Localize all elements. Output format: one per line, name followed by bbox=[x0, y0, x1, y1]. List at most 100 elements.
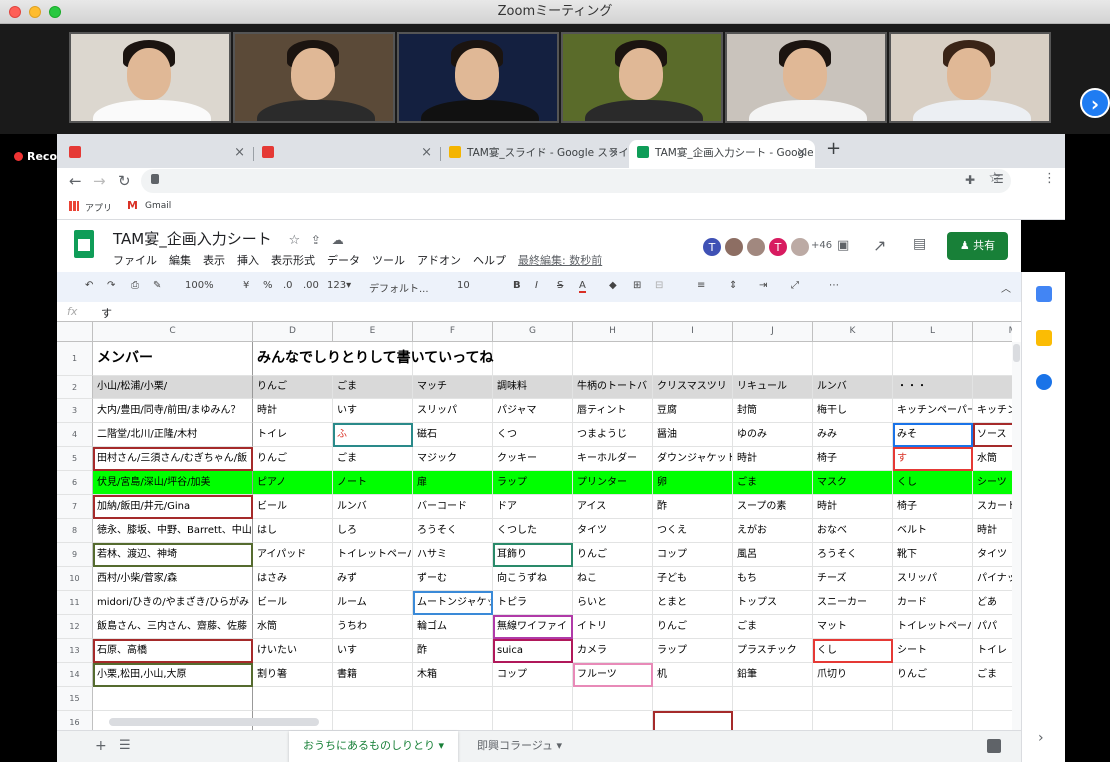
cell[interactable]: りんご bbox=[893, 663, 973, 687]
cell[interactable]: リキュール bbox=[733, 376, 813, 399]
row-header[interactable]: 5 bbox=[57, 447, 93, 471]
cell[interactable]: つくえ bbox=[653, 519, 733, 543]
column-header[interactable]: K bbox=[813, 322, 893, 342]
cell[interactable]: トイレットペーパー bbox=[893, 615, 973, 639]
menu-format[interactable]: 表示形式 bbox=[271, 254, 315, 267]
cell[interactable]: バーコード bbox=[413, 495, 493, 519]
cell[interactable]: パジャマ bbox=[493, 399, 573, 423]
column-header[interactable]: H bbox=[573, 322, 653, 342]
cell[interactable]: 豆腐 bbox=[653, 399, 733, 423]
cell[interactable]: つまようじ bbox=[573, 423, 653, 447]
cell[interactable]: みみ bbox=[813, 423, 893, 447]
cell[interactable]: ごま bbox=[733, 615, 813, 639]
number-format-icon[interactable]: 123▾ bbox=[327, 280, 351, 291]
collaborator-avatar[interactable]: T bbox=[767, 236, 789, 258]
cell[interactable] bbox=[653, 711, 733, 730]
strikethrough-icon[interactable]: S bbox=[557, 280, 563, 291]
cell[interactable]: トイレ bbox=[253, 423, 333, 447]
cell[interactable]: マット bbox=[813, 615, 893, 639]
cell[interactable]: ハサミ bbox=[413, 543, 493, 567]
extensions-icon[interactable]: ✚ bbox=[965, 173, 975, 187]
collapse-toolbar-icon[interactable]: ︿ bbox=[1001, 280, 1011, 295]
cell[interactable]: 二階堂/北川/正隆/木村 bbox=[93, 423, 253, 447]
cell[interactable]: うちわ bbox=[333, 615, 413, 639]
last-edit-link[interactable]: 最終編集: 数秒前 bbox=[518, 254, 602, 267]
cell[interactable]: ノート bbox=[333, 471, 413, 495]
row-header[interactable]: 11 bbox=[57, 591, 93, 615]
cell[interactable]: くつした bbox=[493, 519, 573, 543]
decrease-decimal-icon[interactable]: .0 bbox=[283, 280, 293, 291]
close-tab-icon[interactable]: × bbox=[796, 140, 807, 166]
cell[interactable]: ルンバ bbox=[333, 495, 413, 519]
collaborator-avatar[interactable] bbox=[723, 236, 745, 258]
cell[interactable]: ゆのみ bbox=[733, 423, 813, 447]
column-header[interactable]: D bbox=[253, 322, 333, 342]
print-icon[interactable]: ⎙ bbox=[131, 280, 139, 291]
more-users-count[interactable]: +46 bbox=[811, 240, 832, 251]
cell[interactable]: マジック bbox=[413, 447, 493, 471]
cell[interactable]: 輪ゴム bbox=[413, 615, 493, 639]
add-sheet-icon[interactable]: + bbox=[95, 738, 107, 754]
next-participants-button[interactable]: › bbox=[1080, 88, 1110, 118]
cell[interactable]: ルンバ bbox=[813, 376, 893, 399]
cell[interactable] bbox=[733, 687, 813, 711]
cell[interactable]: パパ bbox=[973, 615, 1012, 639]
star-icon[interactable]: ☆ bbox=[288, 233, 300, 248]
cell[interactable]: トピラ bbox=[493, 591, 573, 615]
cell[interactable]: りんご bbox=[573, 543, 653, 567]
cell[interactable]: くし bbox=[813, 639, 893, 663]
cell[interactable] bbox=[893, 342, 973, 376]
cell[interactable]: 田村さん/三須さん/むぎちゃん/飯 bbox=[93, 447, 253, 471]
cell[interactable]: 大内/豊田/同寺/前田/まゆみん？ bbox=[93, 399, 253, 423]
all-sheets-icon[interactable]: ☰ bbox=[119, 738, 131, 753]
keep-icon[interactable] bbox=[1036, 330, 1052, 346]
move-icon[interactable]: ⇪ bbox=[311, 233, 321, 247]
cell[interactable]: スリッパ bbox=[413, 399, 493, 423]
cell[interactable] bbox=[733, 711, 813, 730]
share-button[interactable]: ♟ 共有 bbox=[947, 232, 1008, 260]
cell[interactable]: イトリ bbox=[573, 615, 653, 639]
cell[interactable]: 西村/小柴/菅家/森 bbox=[93, 567, 253, 591]
participant-video-6[interactable] bbox=[889, 32, 1051, 123]
cell[interactable]: ごま bbox=[733, 471, 813, 495]
comments-icon[interactable]: ▤ bbox=[913, 236, 926, 252]
cell[interactable]: カード bbox=[893, 591, 973, 615]
cell[interactable]: ドア bbox=[493, 495, 573, 519]
present-icon[interactable]: ▣ bbox=[837, 238, 849, 253]
formula-bar[interactable]: fx す bbox=[57, 302, 1021, 322]
redo-icon[interactable]: ↷ bbox=[107, 280, 115, 291]
row-header[interactable]: 16 bbox=[57, 711, 93, 730]
borders-icon[interactable]: ⊞ bbox=[633, 280, 641, 291]
cell[interactable]: 爪切り bbox=[813, 663, 893, 687]
fill-color-icon[interactable]: ◆ bbox=[609, 280, 617, 291]
cell[interactable]: 時計 bbox=[973, 519, 1012, 543]
cell[interactable] bbox=[813, 687, 893, 711]
browser-tab-sheets[interactable]: TAM宴_企画入力シート - Google × bbox=[629, 140, 815, 168]
participant-video-4[interactable] bbox=[561, 32, 723, 123]
cell[interactable]: プリンター bbox=[573, 471, 653, 495]
cell[interactable]: ずーむ bbox=[413, 567, 493, 591]
participant-video-5[interactable] bbox=[725, 32, 887, 123]
sheet-tab-shiritori[interactable]: おうちにあるものしりとり ▾ bbox=[289, 731, 459, 762]
cell[interactable]: スニーカー bbox=[813, 591, 893, 615]
cell[interactable]: パイナップル bbox=[973, 567, 1012, 591]
close-window-button[interactable] bbox=[9, 6, 21, 18]
increase-decimal-icon[interactable]: .00 bbox=[303, 280, 319, 291]
cell[interactable]: ふ bbox=[333, 423, 413, 447]
cell[interactable]: 子ども bbox=[653, 567, 733, 591]
column-header[interactable]: G bbox=[493, 322, 573, 342]
cell[interactable]: いす bbox=[333, 399, 413, 423]
font-select[interactable]: デフォルト... bbox=[369, 280, 429, 295]
cell[interactable]: くつ bbox=[493, 423, 573, 447]
cell[interactable]: ラップ bbox=[493, 471, 573, 495]
cell[interactable]: キッチンペーパー bbox=[893, 399, 973, 423]
column-header[interactable]: C bbox=[93, 322, 253, 342]
cell[interactable]: スリッパ bbox=[893, 567, 973, 591]
sheet-tab-collage[interactable]: 即興コラージュ ▾ bbox=[463, 731, 576, 762]
paint-format-icon[interactable]: ✎ bbox=[153, 280, 161, 291]
menu-data[interactable]: データ bbox=[327, 254, 360, 267]
bookmark-gmail[interactable]: Gmail bbox=[145, 201, 171, 211]
cell[interactable]: けいたい bbox=[253, 639, 333, 663]
cell[interactable] bbox=[253, 687, 333, 711]
row-header[interactable]: 10 bbox=[57, 567, 93, 591]
